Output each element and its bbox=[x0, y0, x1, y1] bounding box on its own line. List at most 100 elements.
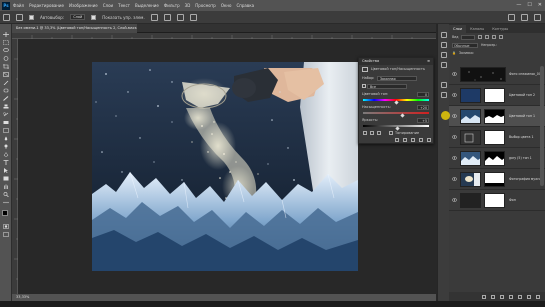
adjustments-icon[interactable] bbox=[441, 52, 447, 58]
colorize-checkbox[interactable] bbox=[389, 131, 393, 135]
move-tool-icon[interactable] bbox=[3, 32, 9, 37]
layer-row[interactable]: Выбор цвета 1 bbox=[449, 127, 545, 148]
zoom-tool-icon[interactable] bbox=[3, 192, 9, 197]
pen-tool-icon[interactable] bbox=[3, 152, 9, 157]
add-mask-icon[interactable] bbox=[500, 294, 504, 299]
layers-scrollbar[interactable] bbox=[540, 66, 544, 186]
path-selection-tool-icon[interactable] bbox=[3, 168, 9, 173]
healing-brush-tool-icon[interactable] bbox=[3, 88, 9, 93]
eyedropper-minus-icon[interactable] bbox=[377, 131, 381, 135]
layer-style-icon[interactable] bbox=[491, 294, 495, 299]
foreground-color-swatch[interactable] bbox=[2, 210, 8, 216]
hue-value[interactable]: 0 bbox=[417, 92, 429, 97]
layer-row[interactable]: Цветовой тон 2 bbox=[449, 85, 545, 106]
layer-row[interactable]: gory (5) тон 1 bbox=[449, 148, 545, 169]
move-tool-icon[interactable] bbox=[16, 13, 23, 21]
menu-edit[interactable]: Редактирование bbox=[29, 3, 64, 8]
menu-text[interactable]: Текст bbox=[118, 3, 130, 8]
tab-channels[interactable]: Каналы bbox=[466, 25, 488, 33]
menu-select[interactable]: Выделение bbox=[135, 3, 159, 8]
eyedropper-plus-icon[interactable] bbox=[370, 131, 374, 135]
visibility-icon[interactable] bbox=[419, 138, 423, 142]
layer-row[interactable]: Фотография мужчины bbox=[449, 169, 545, 190]
clip-to-layer-icon[interactable] bbox=[395, 138, 399, 142]
show-transform-checkbox[interactable] bbox=[91, 14, 97, 20]
eraser-tool-icon[interactable] bbox=[3, 120, 9, 125]
lock-icon[interactable]: 🔒 bbox=[452, 51, 456, 55]
filter-pixel-icon[interactable] bbox=[478, 35, 483, 39]
quick-select-tool-icon[interactable] bbox=[3, 56, 9, 61]
align-center-icon[interactable] bbox=[163, 13, 171, 21]
history-brush-tool-icon[interactable] bbox=[3, 112, 9, 117]
crop-tool-icon[interactable] bbox=[3, 64, 9, 69]
maximize-button[interactable]: ☐ bbox=[527, 2, 531, 8]
eye-icon[interactable] bbox=[452, 114, 457, 118]
hand-tool-icon[interactable] bbox=[3, 184, 9, 189]
delete-icon[interactable] bbox=[427, 138, 431, 142]
menu-help[interactable]: Справка bbox=[236, 3, 254, 8]
view-previous-icon[interactable] bbox=[403, 138, 407, 142]
eyedropper-tool-icon[interactable] bbox=[3, 80, 9, 85]
layer-row[interactable]: Цветовой тон 1 bbox=[449, 106, 545, 127]
lightness-value[interactable]: +5 bbox=[417, 118, 429, 123]
link-layers-icon[interactable] bbox=[482, 294, 486, 299]
eye-icon[interactable] bbox=[452, 156, 457, 160]
close-button[interactable]: ✕ bbox=[538, 2, 542, 8]
preset-dropdown[interactable]: Заказная bbox=[377, 76, 417, 81]
home-icon[interactable] bbox=[3, 13, 10, 21]
blend-mode-dropdown[interactable]: Обычные bbox=[452, 42, 478, 48]
layer-row[interactable]: Фото снежинок_0001 bbox=[449, 64, 545, 85]
layer-mask-thumbnail[interactable] bbox=[484, 109, 505, 124]
eye-icon[interactable] bbox=[452, 93, 457, 97]
history-icon[interactable] bbox=[441, 32, 447, 38]
saturation-slider[interactable] bbox=[363, 112, 429, 114]
layer-mask-thumbnail[interactable] bbox=[484, 193, 505, 208]
marquee-tool-icon[interactable] bbox=[3, 40, 9, 45]
layer-mask-thumbnail[interactable] bbox=[484, 88, 505, 103]
menu-file[interactable]: Файл bbox=[13, 3, 24, 8]
trash-icon[interactable] bbox=[536, 294, 540, 299]
saturation-slider-thumb[interactable] bbox=[400, 113, 405, 118]
more-tools-icon[interactable] bbox=[3, 200, 9, 205]
share-icon[interactable] bbox=[534, 14, 541, 21]
filter-shape-icon[interactable] bbox=[499, 35, 504, 39]
layer-row[interactable]: Фон bbox=[449, 190, 545, 211]
menu-view[interactable]: Просмотр bbox=[195, 3, 216, 8]
tab-layers[interactable]: Слои bbox=[449, 25, 467, 33]
layer-mask-thumbnail[interactable] bbox=[484, 172, 505, 187]
minimize-button[interactable]: — bbox=[516, 2, 521, 8]
reset-icon[interactable] bbox=[411, 138, 415, 142]
eye-icon[interactable] bbox=[452, 135, 457, 139]
hue-slider-thumb[interactable] bbox=[393, 100, 399, 105]
menu-layers[interactable]: Слои bbox=[103, 3, 113, 8]
screen-mode-icon[interactable] bbox=[3, 232, 9, 237]
layer-mask-thumbnail[interactable] bbox=[484, 151, 505, 166]
layer-mask-thumbnail[interactable] bbox=[484, 130, 505, 145]
lightness-slider-thumb[interactable] bbox=[395, 126, 401, 131]
brush-tool-icon[interactable] bbox=[3, 96, 9, 101]
align-left-icon[interactable] bbox=[150, 13, 158, 21]
document-tab-active[interactable]: Без имени-1 @ 33,3% (Цветовой тон/Насыще… bbox=[12, 24, 137, 33]
quick-mask-icon[interactable] bbox=[3, 224, 9, 229]
properties-icon[interactable] bbox=[441, 42, 447, 48]
zoom-level[interactable]: 33,33% bbox=[16, 295, 29, 299]
dodge-tool-icon[interactable] bbox=[3, 144, 9, 149]
frame-tool-icon[interactable] bbox=[3, 72, 9, 77]
auto-select-checkbox[interactable] bbox=[29, 14, 34, 20]
align-right-icon[interactable] bbox=[176, 13, 184, 21]
filter-dropdown[interactable] bbox=[461, 34, 476, 40]
new-adjustment-icon[interactable] bbox=[509, 294, 513, 299]
eye-icon[interactable] bbox=[452, 177, 457, 181]
auto-select-dropdown[interactable]: Слой bbox=[70, 14, 86, 20]
filter-adjustment-icon[interactable] bbox=[485, 35, 490, 39]
menu-image[interactable]: Изображение bbox=[69, 3, 98, 8]
gradient-tool-icon[interactable] bbox=[3, 128, 9, 133]
tab-paths[interactable]: Контуры bbox=[488, 25, 512, 33]
rectangle-tool-icon[interactable] bbox=[3, 176, 9, 181]
libraries-icon[interactable] bbox=[441, 62, 447, 68]
character-icon[interactable] bbox=[441, 82, 447, 88]
distribute-icon[interactable] bbox=[189, 13, 197, 21]
new-group-icon[interactable] bbox=[518, 294, 522, 299]
document-canvas-image[interactable] bbox=[92, 62, 358, 271]
blur-tool-icon[interactable] bbox=[3, 136, 9, 141]
